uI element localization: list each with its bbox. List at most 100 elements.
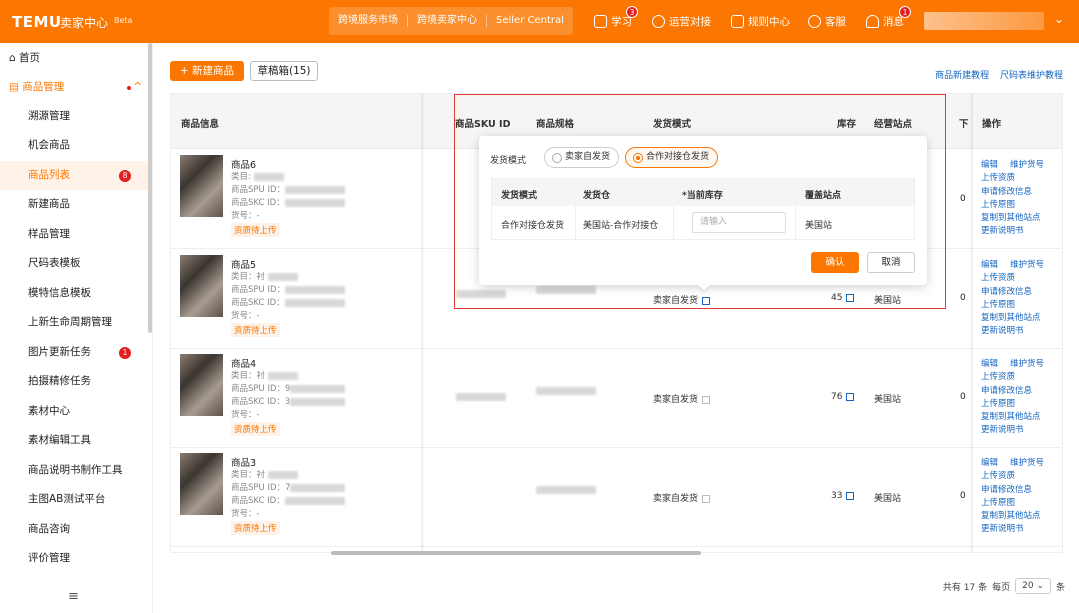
product-list-badge: 8 (119, 170, 131, 182)
new-product-tutorial-link[interactable]: 商品新建教程 (935, 71, 989, 81)
copy-site-link[interactable]: 复制到其他站点 (981, 312, 1056, 325)
upload-cert-link[interactable]: 上传资质 (981, 272, 1056, 285)
sidebar-item-new-product[interactable]: 新建商品 (0, 190, 150, 219)
horizontal-scrollbar[interactable] (331, 551, 701, 555)
spu-text: 商品SPU ID：7 (231, 483, 291, 493)
sidebar-item-opportunity[interactable]: 机会商品 (0, 131, 150, 160)
chevron-down-icon[interactable]: ⌄ (1054, 12, 1064, 26)
sidebar-item-samples[interactable]: 样品管理 (0, 220, 150, 249)
upload-image-link[interactable]: 上传原图 (981, 398, 1056, 411)
apply-edit-link[interactable]: 申请修改信息 (981, 484, 1056, 497)
sidebar-item-size-chart[interactable]: 尺码表模板 (0, 249, 150, 278)
qualification-tag[interactable]: 资质待上传 (231, 521, 280, 535)
apply-edit-link[interactable]: 申请修改信息 (981, 186, 1056, 199)
sidebar-item-ab-test[interactable]: 主图AB测试平台 (0, 485, 150, 514)
cancel-button[interactable]: 取消 (867, 252, 915, 273)
sidebar-item-photo-tasks[interactable]: 拍摄精修任务 (0, 367, 150, 396)
upload-cert-link[interactable]: 上传资质 (981, 172, 1056, 185)
sidebar-item-product-list[interactable]: 商品列表 8 (0, 161, 150, 190)
edit-link[interactable]: 编辑 (981, 160, 998, 170)
product-thumbnail[interactable] (180, 155, 223, 217)
edit-icon[interactable] (702, 494, 711, 503)
sidebar-item-image-tasks[interactable]: 图片更新任务 1 (0, 338, 150, 367)
drafts-button[interactable]: 草稿箱(15) (250, 61, 318, 81)
copy-site-link[interactable]: 复制到其他站点 (981, 411, 1056, 424)
operations-link[interactable]: 运营对接 (652, 14, 711, 29)
apply-edit-link[interactable]: 申请修改信息 (981, 385, 1056, 398)
edit-link[interactable]: 编辑 (981, 458, 998, 468)
sidebar-item-lifecycle[interactable]: 上新生命周期管理 (0, 308, 150, 337)
maintain-code-link[interactable]: 维护货号 (1010, 359, 1044, 369)
page-size-value: 20 (1022, 581, 1034, 591)
maintain-code-link[interactable]: 维护货号 (1010, 458, 1044, 468)
qualification-tag[interactable]: 资质待上传 (231, 422, 280, 436)
header-info: 商品信息 (181, 119, 220, 130)
blurred-text (284, 496, 345, 505)
down-count: 0 (960, 293, 966, 303)
upload-image-link[interactable]: 上传原图 (981, 497, 1056, 510)
edit-link[interactable]: 编辑 (981, 359, 998, 369)
sidebar-item-trace[interactable]: 溯源管理 (0, 102, 150, 131)
stock-input[interactable]: 请输入 (692, 212, 786, 233)
product-category: 类目：衬 (231, 270, 298, 282)
sidebar-item-product-management[interactable]: ▤ 商品管理 ^ (0, 73, 150, 102)
rules-link[interactable]: 规则中心 (731, 14, 790, 29)
edit-icon[interactable] (846, 491, 855, 500)
nav-service-market[interactable]: 跨境服务市场 (329, 15, 408, 27)
sidebar-item-consult[interactable]: 商品咨询 (0, 515, 150, 544)
stock: 76 (831, 392, 855, 402)
new-product-button[interactable]: + 新建商品 (170, 61, 244, 81)
maintain-code-link[interactable]: 维护货号 (1010, 260, 1044, 270)
size-chart-tutorial-link[interactable]: 尺码表维护教程 (1000, 71, 1063, 81)
radio-partner-warehouse[interactable]: 合作对接仓发货 (625, 147, 719, 168)
upload-cert-link[interactable]: 上传资质 (981, 371, 1056, 384)
ship-mode-text: 卖家自发货 (653, 494, 699, 504)
update-manual-link[interactable]: 更新说明书 (981, 325, 1056, 338)
copy-site-link[interactable]: 复制到其他站点 (981, 510, 1056, 523)
product-thumbnail[interactable] (180, 255, 223, 317)
sidebar-item-home[interactable]: ⌂ 首页 (0, 44, 150, 73)
qualification-tag[interactable]: 资质待上传 (231, 323, 280, 337)
collapse-menu-icon[interactable]: ≡ (68, 589, 79, 604)
sidebar-scrollbar[interactable] (148, 43, 152, 333)
nav-seller-central[interactable]: Seller Central (487, 15, 573, 27)
update-manual-link[interactable]: 更新说明书 (981, 523, 1056, 536)
product-thumbnail[interactable] (180, 453, 223, 515)
apply-edit-link[interactable]: 申请修改信息 (981, 286, 1056, 299)
image-tasks-badge: 1 (119, 347, 131, 359)
stock-value: 33 (831, 491, 843, 501)
product-thumbnail[interactable] (180, 354, 223, 416)
top-bar: TEMU 卖家中心 Beta 跨境服务市场 跨境卖家中心 Seller Cent… (0, 0, 1079, 43)
upload-image-link[interactable]: 上传原图 (981, 299, 1056, 312)
table-row: 商品4 类目：衬 商品SPU ID：9 商品SKC ID：3 货号：- 资质待上… (171, 348, 1062, 448)
maintain-code-link[interactable]: 维护货号 (1010, 160, 1044, 170)
upload-cert-link[interactable]: 上传资质 (981, 470, 1056, 483)
sidebar-item-material-tools[interactable]: 素材编辑工具 (0, 426, 150, 455)
copy-site-link[interactable]: 复制到其他站点 (981, 212, 1056, 225)
messages-link[interactable]: 消息 1 (866, 6, 911, 29)
radio-self-ship[interactable]: 卖家自发货 (544, 147, 620, 168)
sidebar-item-model-info[interactable]: 模特信息模板 (0, 279, 150, 308)
study-link[interactable]: 学习 3 (594, 6, 638, 29)
page-size-select[interactable]: 20 ⌄ (1015, 578, 1051, 594)
upload-image-link[interactable]: 上传原图 (981, 199, 1056, 212)
update-manual-link[interactable]: 更新说明书 (981, 225, 1056, 238)
edit-link[interactable]: 编辑 (981, 260, 998, 270)
confirm-button[interactable]: 确认 (811, 252, 859, 273)
temu-logo[interactable]: TEMU (12, 13, 62, 31)
header-down: 下 (959, 119, 969, 130)
sidebar-item-materials[interactable]: 素材中心 (0, 397, 150, 426)
product-skc: 商品SKC ID： (231, 196, 345, 208)
home-icon: ⌂ (9, 52, 20, 64)
support-link[interactable]: 客服 (808, 14, 846, 29)
site: 美国站 (874, 494, 902, 504)
ship-mode-text: 卖家自发货 (653, 395, 699, 405)
user-account[interactable] (924, 12, 1044, 30)
edit-icon[interactable] (846, 392, 855, 401)
edit-icon[interactable] (702, 395, 711, 404)
update-manual-link[interactable]: 更新说明书 (981, 424, 1056, 437)
sidebar-item-manual-tool[interactable]: 商品说明书制作工具 (0, 456, 150, 485)
sidebar-item-reviews[interactable]: 评价管理 (0, 544, 150, 573)
nav-seller-center[interactable]: 跨境卖家中心 (408, 15, 487, 27)
qualification-tag[interactable]: 资质待上传 (231, 223, 280, 237)
